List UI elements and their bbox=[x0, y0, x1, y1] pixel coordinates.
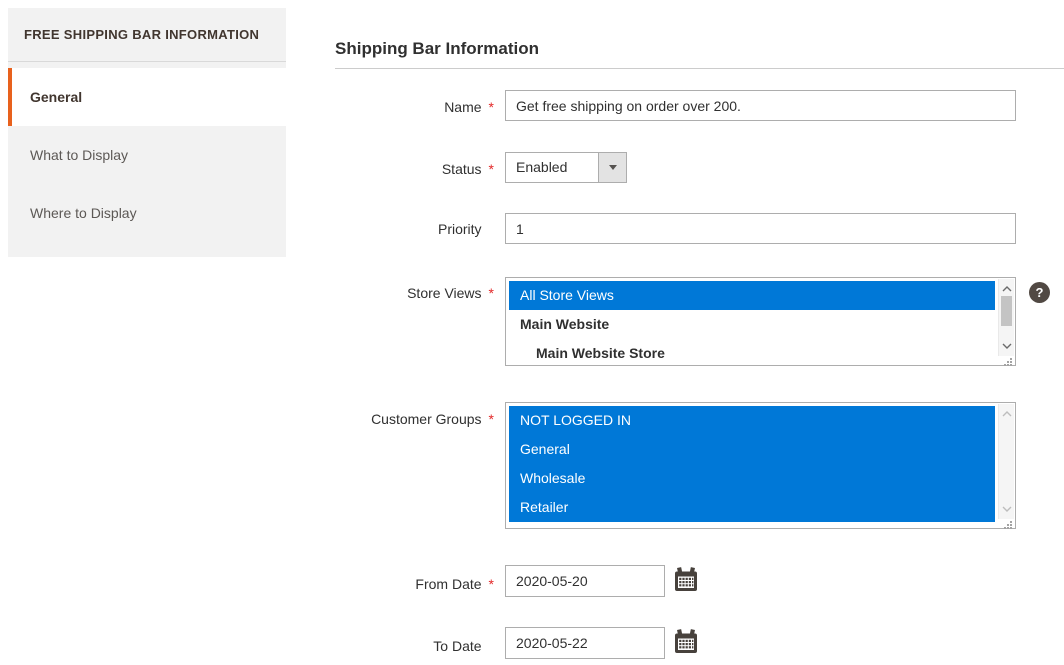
to-date-calendar-button[interactable] bbox=[674, 629, 698, 655]
store-views-label: Store Views * bbox=[407, 285, 494, 301]
sidebar-item-what-to-display[interactable]: What to Display bbox=[8, 126, 286, 184]
resize-grip-icon[interactable] bbox=[1003, 354, 1013, 366]
sidebar-item-general[interactable]: General bbox=[8, 68, 286, 126]
sidebar-item-label: What to Display bbox=[30, 147, 129, 163]
help-icon[interactable]: ? bbox=[1029, 282, 1050, 303]
option-not-logged-in[interactable]: NOT LOGGED IN bbox=[509, 406, 995, 435]
option-wholesale[interactable]: Wholesale bbox=[509, 464, 995, 493]
scroll-down-icon[interactable] bbox=[999, 502, 1014, 516]
sidebar-item-label: Where to Display bbox=[30, 205, 137, 221]
customer-groups-scrollbar[interactable] bbox=[998, 404, 1014, 519]
store-views-scrollbar[interactable] bbox=[998, 279, 1014, 356]
scroll-down-icon[interactable] bbox=[999, 339, 1014, 353]
settings-sidebar: FREE SHIPPING BAR INFORMATION General Wh… bbox=[8, 8, 286, 257]
from-date-label: From Date * bbox=[415, 576, 494, 592]
page-title: Shipping Bar Information bbox=[335, 39, 539, 58]
required-marker: * bbox=[488, 576, 494, 592]
status-dropdown-button[interactable] bbox=[598, 153, 626, 182]
resize-grip-icon[interactable] bbox=[1003, 517, 1013, 529]
option-general[interactable]: General bbox=[509, 435, 995, 464]
to-date-label: To Date* bbox=[433, 638, 482, 654]
priority-label: Priority* bbox=[437, 221, 482, 237]
status-select[interactable]: Enabled bbox=[505, 152, 627, 183]
question-mark-glyph: ? bbox=[1035, 285, 1044, 300]
from-date-input[interactable] bbox=[505, 565, 665, 597]
to-date-input[interactable] bbox=[505, 627, 665, 659]
required-marker: * bbox=[488, 411, 494, 427]
option-main-website-store[interactable]: Main Website Store bbox=[509, 339, 995, 368]
title-divider bbox=[335, 68, 1064, 69]
sidebar-tab-list: General What to Display Where to Display bbox=[8, 68, 286, 242]
sidebar-header: FREE SHIPPING BAR INFORMATION bbox=[8, 8, 286, 62]
scrollbar-thumb[interactable] bbox=[1001, 296, 1012, 326]
required-marker: * bbox=[488, 99, 494, 115]
status-selected-value: Enabled bbox=[516, 159, 568, 175]
customer-groups-label: Customer Groups * bbox=[371, 411, 494, 427]
option-all-store-views[interactable]: All Store Views bbox=[509, 281, 995, 310]
sidebar-item-label: General bbox=[30, 89, 83, 105]
scroll-up-icon[interactable] bbox=[999, 282, 1014, 296]
calendar-icon bbox=[675, 629, 697, 653]
shipping-bar-settings-page: FREE SHIPPING BAR INFORMATION General Wh… bbox=[0, 0, 1064, 665]
store-views-multiselect[interactable]: All Store Views Main Website Main Websit… bbox=[505, 277, 1016, 366]
required-marker: * bbox=[488, 285, 494, 301]
from-date-calendar-button[interactable] bbox=[674, 567, 698, 593]
required-marker: * bbox=[488, 161, 494, 177]
status-label: Status * bbox=[441, 161, 494, 177]
name-input[interactable] bbox=[505, 90, 1016, 121]
scroll-up-icon[interactable] bbox=[999, 407, 1014, 421]
customer-groups-multiselect[interactable]: NOT LOGGED IN General Wholesale Retailer bbox=[505, 402, 1016, 529]
store-views-options: All Store Views Main Website Main Websit… bbox=[509, 281, 995, 368]
calendar-icon bbox=[675, 567, 697, 591]
chevron-down-icon bbox=[608, 165, 617, 170]
customer-groups-options: NOT LOGGED IN General Wholesale Retailer bbox=[509, 406, 995, 522]
name-label: Name * bbox=[444, 99, 494, 115]
option-retailer[interactable]: Retailer bbox=[509, 493, 995, 522]
option-main-website[interactable]: Main Website bbox=[509, 310, 995, 339]
sidebar-item-where-to-display[interactable]: Where to Display bbox=[8, 184, 286, 242]
priority-input[interactable] bbox=[505, 213, 1016, 244]
